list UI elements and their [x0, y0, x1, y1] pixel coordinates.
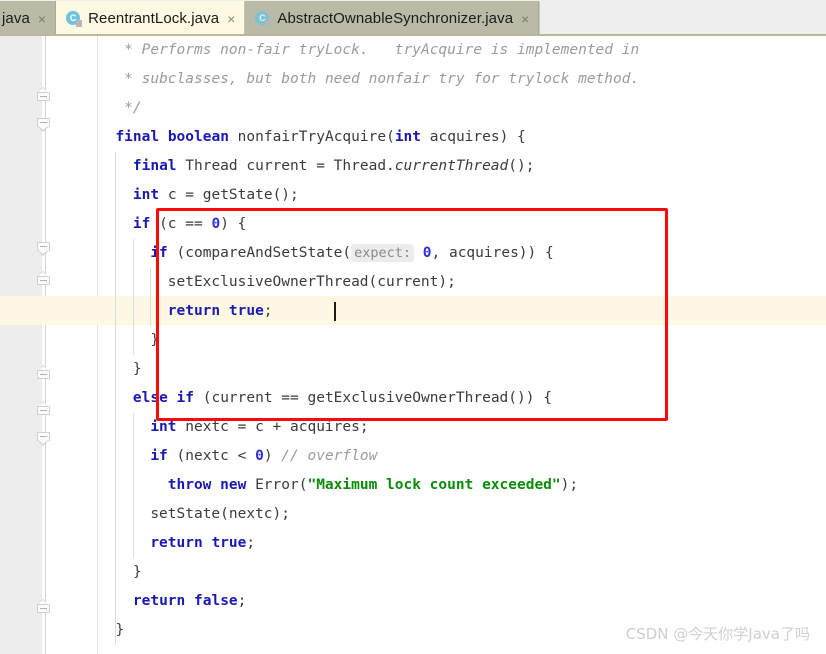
code-token: */ [124, 100, 142, 116]
code-token: (nextc < [176, 448, 256, 464]
code-token: // overflow [281, 448, 378, 464]
code-token: Thread current = Thread. [185, 158, 395, 174]
tab-abstractownablesynchronizer-java[interactable]: C AbstractOwnableSynchronizer.java × [245, 1, 540, 36]
close-icon[interactable]: × [227, 12, 235, 26]
code-folding-strip[interactable] [37, 36, 98, 654]
code-token: c = getState(); [167, 187, 299, 203]
code-line[interactable]: final Thread current = Thread.currentThr… [98, 152, 826, 181]
fold-collapse-up-icon[interactable] [37, 401, 50, 415]
code-token: } [132, 564, 142, 580]
code-token: final [115, 129, 160, 145]
code-line[interactable]: } [98, 558, 826, 587]
tab-label: ReentrantLock.java [88, 10, 220, 27]
code-token: } [115, 622, 125, 638]
code-token: new [220, 477, 247, 493]
code-token: boolean [167, 129, 229, 145]
java-class-icon: C [66, 10, 83, 27]
close-icon[interactable]: × [521, 12, 529, 26]
code-line[interactable]: return true; [98, 529, 826, 558]
editor-tab-bar: java × C ReentrantLock.java × C Abstract… [0, 0, 826, 36]
code-token: ; [237, 593, 247, 609]
code-token: int [132, 187, 160, 203]
code-token: false [194, 593, 238, 609]
code-line[interactable]: setState(nextc); [98, 500, 826, 529]
indent-guide [132, 239, 134, 355]
java-class-icon: C [255, 10, 272, 27]
editor-gutter[interactable] [0, 36, 42, 654]
code-token: int [150, 419, 177, 435]
code-token: if [150, 448, 168, 464]
fold-collapse-up-icon[interactable] [37, 87, 50, 101]
code-line[interactable]: int c = getState(); [98, 181, 826, 210]
code-token: ; [246, 535, 256, 551]
watermark-text: CSDN @今天你学Java了吗 [625, 625, 810, 643]
code-token: Error( [255, 477, 308, 493]
code-token: return [132, 593, 186, 609]
code-token: ); [560, 477, 579, 493]
indent-guide [115, 152, 117, 645]
code-token: * Performs non-fair tryLock. tryAcquire … [124, 42, 640, 58]
code-token: setState(nextc); [150, 506, 290, 522]
indent-guide [150, 268, 152, 326]
fold-collapse-up-icon[interactable] [37, 599, 50, 613]
fold-collapse-up-icon[interactable] [37, 271, 50, 285]
code-token: if [132, 216, 151, 232]
code-line[interactable]: final boolean nonfairTryAcquire(int acqu… [98, 123, 826, 152]
code-line[interactable]: */ [98, 94, 826, 123]
code-token: * subclasses, but both need nonfair try … [124, 71, 640, 87]
fold-collapse-up-icon[interactable] [37, 365, 50, 379]
code-editor[interactable]: * Performs non-fair tryLock. tryAcquire … [0, 36, 826, 654]
tab-reentrantlock-java[interactable]: C ReentrantLock.java × [56, 1, 246, 36]
tab-label: AbstractOwnableSynchronizer.java [277, 10, 514, 27]
code-token: return [150, 535, 203, 551]
editor-window: java × C ReentrantLock.java × C Abstract… [0, 0, 826, 654]
indent-guide [132, 413, 134, 558]
code-token: int [394, 129, 422, 145]
code-token: nonfairTryAcquire( [237, 129, 395, 145]
code-token: acquires) { [429, 129, 526, 145]
tab-java-truncated[interactable]: java × [0, 1, 57, 36]
code-token: ) [263, 448, 282, 464]
code-token: final [132, 158, 177, 174]
fold-collapse-down-icon[interactable] [37, 118, 50, 132]
code-line[interactable]: * subclasses, but both need nonfair try … [98, 65, 826, 94]
code-token: "Maximum lock count exceeded" [307, 477, 561, 493]
close-icon[interactable]: × [38, 12, 46, 26]
tab-label: java [2, 10, 30, 27]
code-token: currentThread [394, 158, 509, 174]
tab-bar-empty-space [539, 2, 826, 36]
code-token: true [211, 535, 247, 551]
code-token: (); [508, 158, 535, 174]
fold-collapse-down-icon[interactable] [37, 432, 50, 446]
code-line[interactable]: throw new Error("Maximum lock count exce… [98, 471, 826, 500]
red-annotation-box [156, 208, 668, 421]
code-line[interactable]: * Performs non-fair tryLock. tryAcquire … [98, 36, 826, 65]
code-token: throw [167, 477, 212, 493]
code-line[interactable]: if (nextc < 0) // overflow [98, 442, 826, 471]
code-token: nextc = c + acquires; [185, 419, 369, 435]
fold-collapse-down-icon[interactable] [37, 242, 50, 256]
code-token: 0 [255, 448, 264, 464]
code-line[interactable]: return false; [98, 587, 826, 616]
code-token: } [132, 361, 142, 377]
